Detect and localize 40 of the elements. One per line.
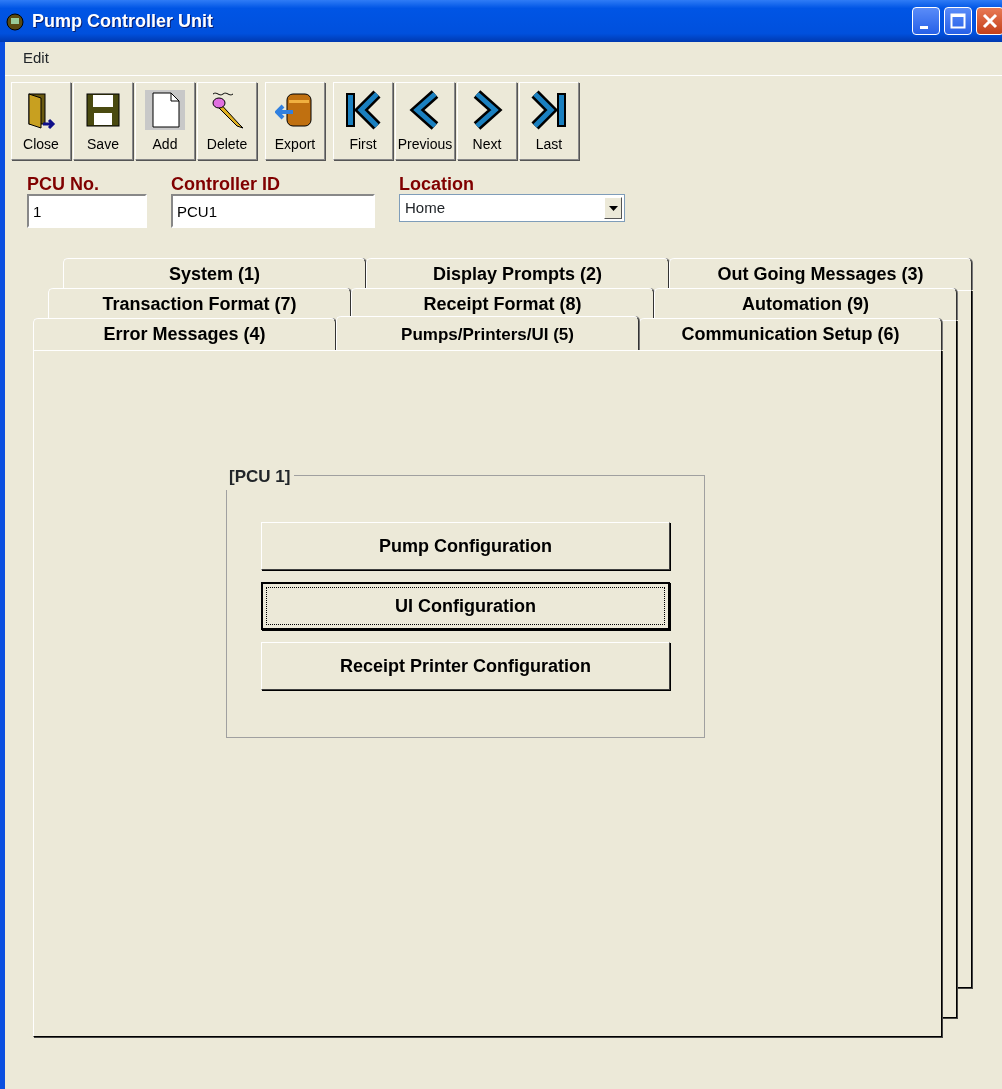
menu-item[interactable]: Edit: [23, 47, 49, 70]
tab[interactable]: Display Prompts (2): [366, 258, 669, 290]
tab[interactable]: Pumps/Printers/UI (5): [336, 316, 639, 352]
field-label: Controller ID: [171, 174, 281, 194]
window-title: Pump Controller Unit: [32, 9, 214, 33]
config-button[interactable]: Receipt Printer Configuration: [261, 642, 670, 690]
tab[interactable]: Out Going Messages (3): [669, 258, 972, 290]
app-icon: [6, 12, 24, 31]
toolbar-button[interactable]: Export: [265, 82, 325, 160]
input-field[interactable]: 1: [27, 194, 147, 228]
toolbar-button[interactable]: Previous: [395, 82, 455, 160]
tab[interactable]: System (1): [63, 258, 366, 290]
toolbar-button[interactable]: Next: [457, 82, 517, 160]
tab[interactable]: Automation (9): [654, 288, 957, 320]
first-arrow-icon: [343, 90, 383, 130]
minimize-button[interactable]: [912, 7, 940, 35]
field-label: Location: [399, 174, 475, 194]
maximize-icon: [950, 13, 966, 29]
close-icon: [982, 13, 998, 29]
input-field[interactable]: PCU1: [171, 194, 375, 228]
location-dropdown[interactable]: Home: [399, 194, 625, 222]
last-arrow-icon: [529, 90, 569, 130]
field-label: PCU No.: [27, 174, 100, 194]
maximize-button[interactable]: [944, 7, 972, 35]
tab[interactable]: Transaction Format (7): [48, 288, 351, 320]
dropdown-arrow-icon[interactable]: [608, 205, 618, 211]
minimize-icon: [920, 25, 928, 29]
tab[interactable]: Communication Setup (6): [639, 318, 942, 350]
toolbar-button[interactable]: Add: [135, 82, 195, 160]
toolbar-button[interactable]: Last: [519, 82, 579, 160]
toolbar-button[interactable]: Delete: [197, 82, 257, 160]
page-icon: [145, 90, 185, 130]
toolbar-button[interactable]: First: [333, 82, 393, 160]
config-button[interactable]: UI Configuration: [261, 582, 670, 630]
config-button[interactable]: Pump Configuration: [261, 522, 670, 570]
toolbar-button[interactable]: Save: [73, 82, 133, 160]
barrel-icon: [275, 90, 315, 130]
tab[interactable]: Error Messages (4): [33, 318, 336, 350]
toolbar-button[interactable]: Close: [11, 82, 71, 160]
close-button[interactable]: [976, 7, 1002, 35]
